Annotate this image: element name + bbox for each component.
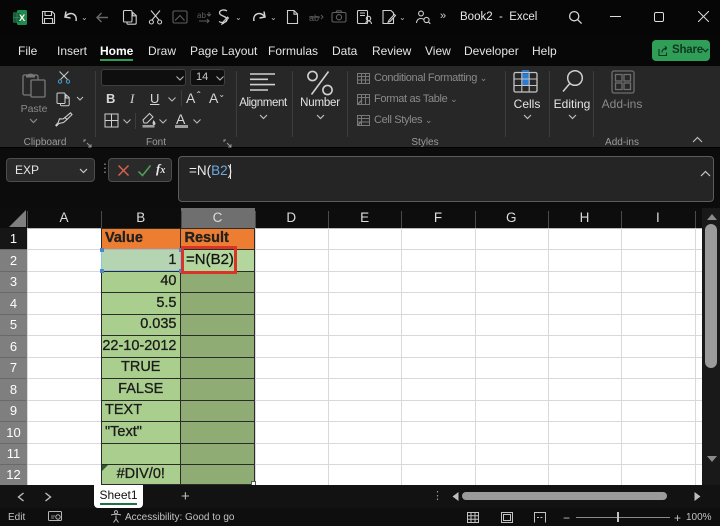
svg-text:ab: ab bbox=[197, 11, 206, 20]
svg-text:X: X bbox=[19, 13, 26, 24]
svg-text:ab: ab bbox=[309, 13, 319, 23]
